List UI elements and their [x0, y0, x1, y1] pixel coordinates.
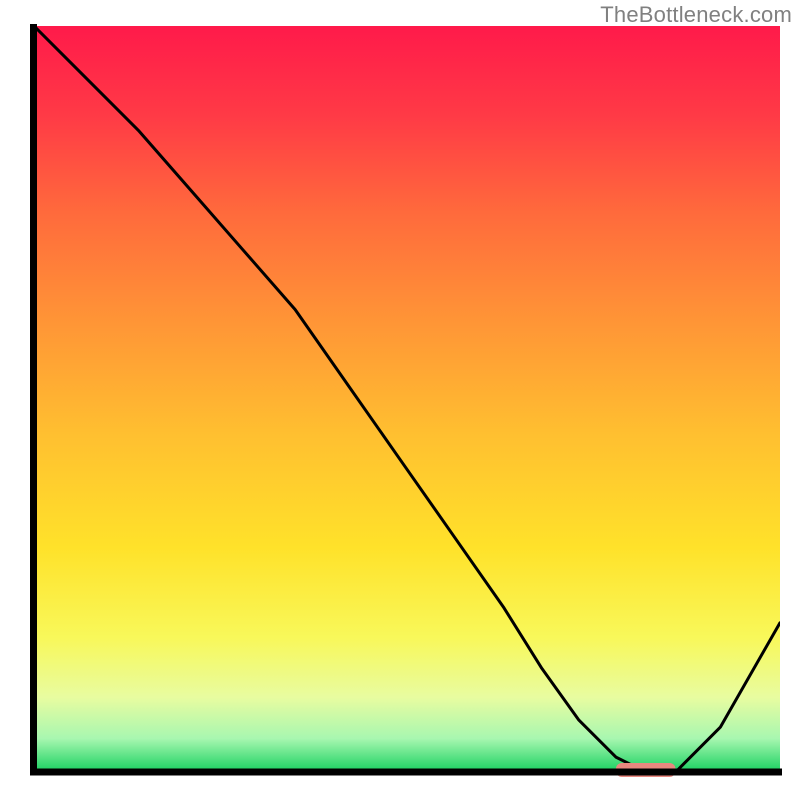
- bottleneck-chart: [0, 0, 800, 800]
- chart-container: TheBottleneck.com: [0, 0, 800, 800]
